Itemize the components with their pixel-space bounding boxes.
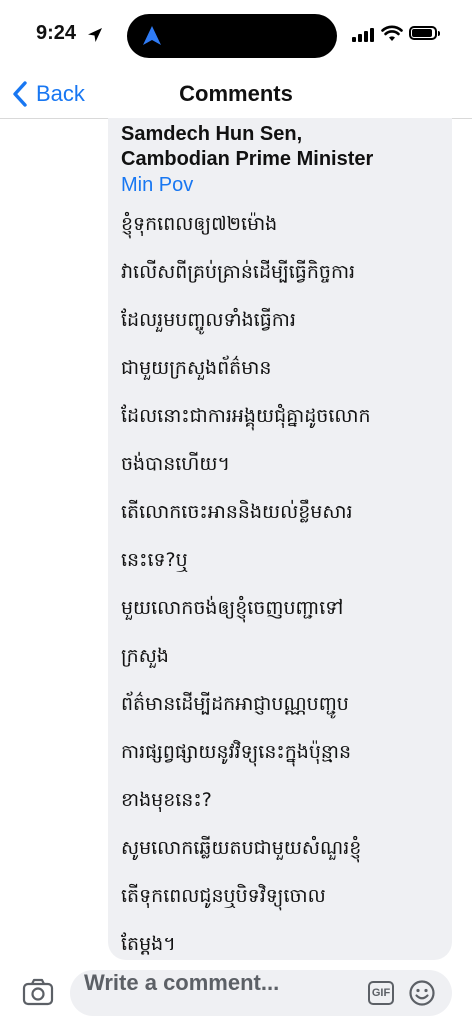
gif-icon[interactable]: GIF	[368, 981, 394, 1005]
comment-text-line: ដែលនោះជាការអង្គុយជុំគ្នាដូចលោក	[121, 405, 371, 427]
comment-text-line: វាលើសពីគ្រប់គ្រាន់ដើម្បីធ្វើកិច្ចការ	[121, 261, 356, 283]
commenter-name-link[interactable]: Min Pov	[121, 172, 438, 198]
wifi-icon	[381, 25, 403, 41]
comment-text-line: ខាងមុខនេះ?	[121, 789, 212, 811]
quoted-author-line: Samdech Hun Sen,	[121, 123, 303, 145]
comment-input-placeholder: Write a comment...	[84, 970, 280, 995]
comment-text-line: តើលោកចេះអាននិងយល់ខ្លឹមសារ	[121, 501, 353, 523]
emoji-icon[interactable]	[408, 979, 436, 1007]
battery-icon	[409, 26, 440, 40]
comment-text-line: ដែលរួមបញ្ចូលទាំងធ្វើការ	[121, 309, 296, 331]
comment-text: ខ្ញុំទុកពេលឲ្យ៧២ម៉ោង វាលើសពីគ្រប់គ្រាន់ដ…	[121, 200, 438, 968]
status-bar: 9:24	[0, 0, 472, 70]
dynamic-island	[127, 14, 337, 58]
comment-text-line: សូមលោកឆ្លើយតបជាមួយសំណួរខ្ញុំ	[121, 837, 362, 859]
page-title: Comments	[179, 81, 293, 106]
top-nav-bar: Back Comments	[0, 70, 472, 119]
quoted-author: Samdech Hun Sen, Cambodian Prime Ministe…	[121, 122, 438, 172]
comment-text-line: មួយលោកចង់ឲ្យខ្ញុំចេញបញ្ជាទៅ	[121, 597, 344, 619]
comment-input[interactable]: Write a comment... GIF	[70, 970, 452, 1016]
comment-composer-bar: Write a comment... GIF	[0, 960, 472, 1024]
quoted-author-line: Cambodian Prime Minister	[121, 148, 374, 170]
navigation-icon	[143, 26, 161, 45]
comment-text-line: ខ្ញុំទុកពេលឲ្យ៧២ម៉ោង	[121, 213, 278, 235]
comment-text-line: នេះទេ?ឬ	[121, 549, 188, 571]
comment-text-line: ព័ត៌មានដើម្បីដកអាជ្ញាបណ្ណបញ្ជូប	[121, 693, 349, 715]
comment-text-line: ការផ្សព្វផ្សាយនូវវិទ្យុនេះក្នុងប៉ុន្មាន	[121, 741, 352, 763]
comment-text-line: ចង់បានហើយ។	[121, 453, 231, 475]
location-arrow-icon	[88, 28, 102, 42]
status-time: 9:24	[36, 22, 77, 44]
comment-text-line: តើទុកពេលជូនឬបិទវិទ្យុចោល	[121, 885, 326, 907]
signal-icon	[352, 28, 376, 42]
comment-text-line: ក្រសួង	[121, 645, 169, 667]
comment-bubble: Samdech Hun Sen, Cambodian Prime Ministe…	[108, 118, 452, 960]
camera-icon[interactable]	[22, 978, 54, 1006]
comment-text-line: ជាមួយក្រសួងព័ត៌មាន	[121, 357, 272, 379]
